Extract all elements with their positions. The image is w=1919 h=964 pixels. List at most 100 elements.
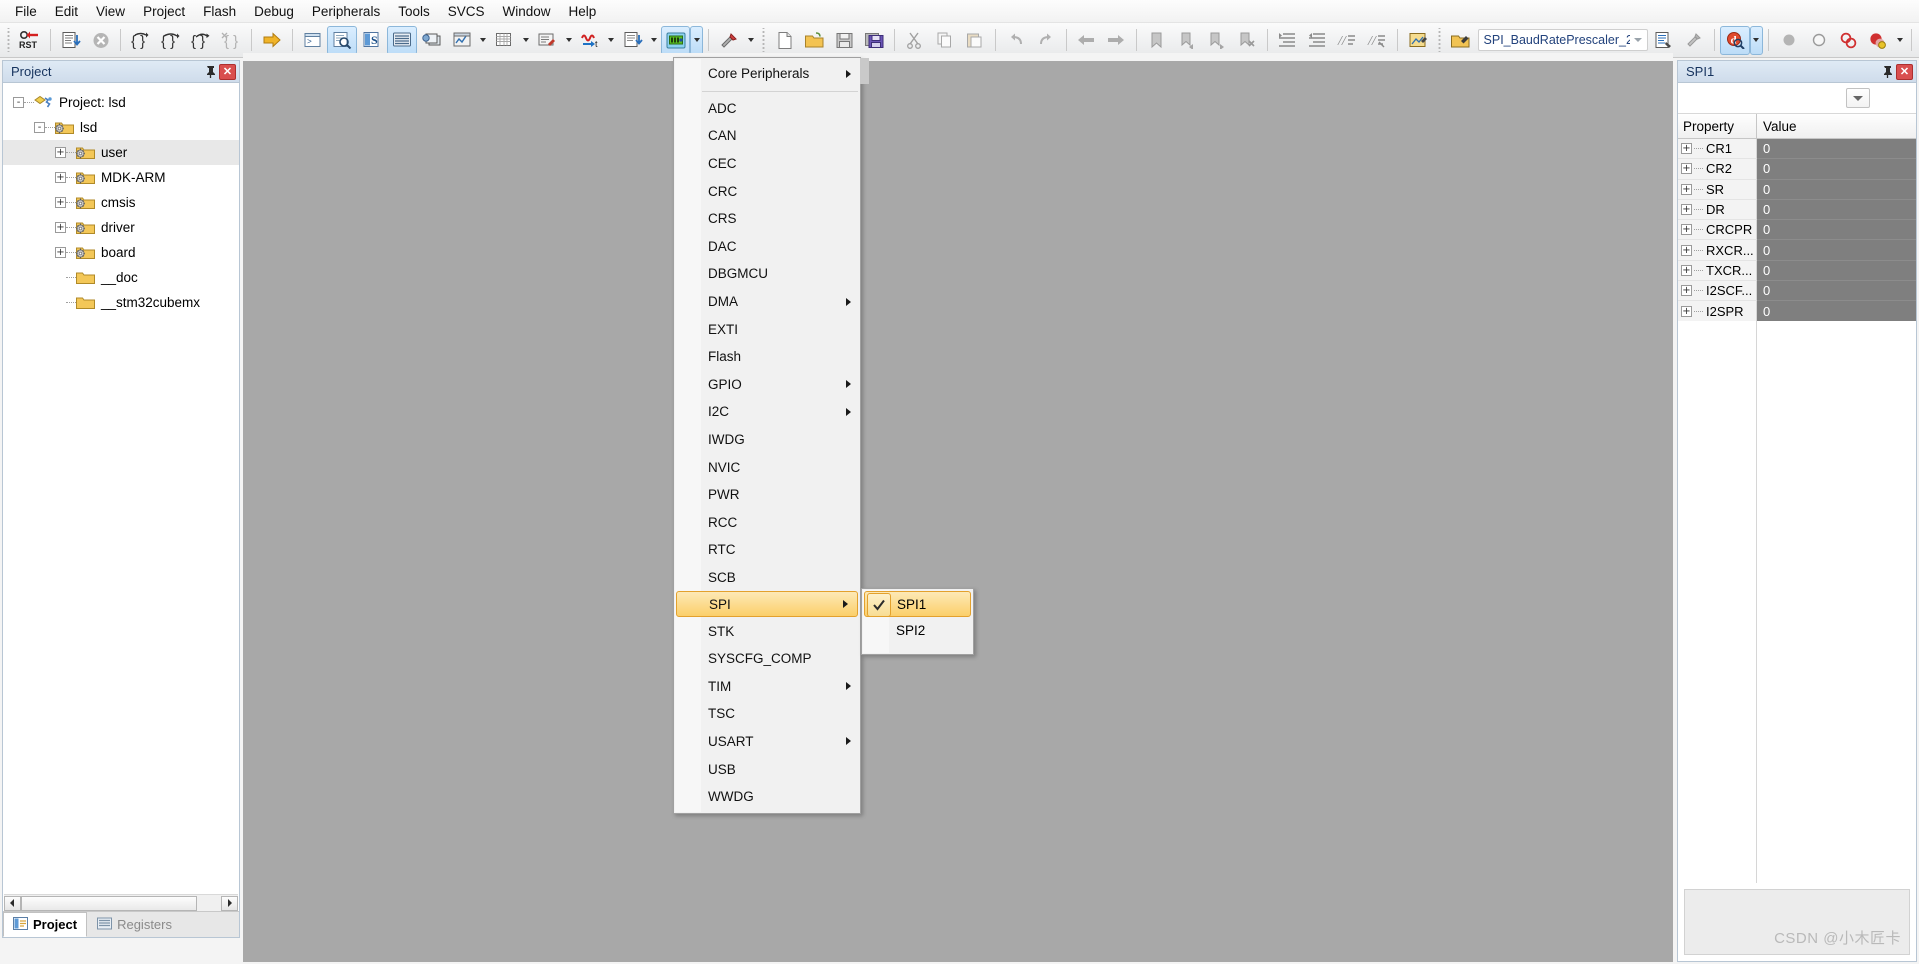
property-expander[interactable]: + <box>1681 143 1692 154</box>
tree-item-lsd[interactable]: -lsd <box>3 115 239 140</box>
tree-expander[interactable]: - <box>13 97 24 108</box>
menu-item-tools[interactable]: Tools <box>389 1 439 22</box>
property-expander[interactable]: + <box>1681 306 1692 317</box>
peripheral-menu-item-dma[interactable]: DMA <box>674 288 860 316</box>
peripheral-menu-item-i2c[interactable]: I2C <box>674 398 860 426</box>
system-viewer-icon[interactable] <box>618 26 648 55</box>
analysis-dropdown-caret[interactable] <box>477 26 490 55</box>
breakpoint-clear-icon[interactable] <box>1863 26 1893 55</box>
property-expander[interactable]: + <box>1681 224 1692 235</box>
menu-item-debug[interactable]: Debug <box>245 1 303 22</box>
close-icon[interactable]: ✕ <box>1896 64 1913 80</box>
peripheral-menu-item-spi[interactable]: SPI <box>676 591 858 617</box>
scroll-right-button[interactable] <box>221 896 238 911</box>
peripheral-menu-item-iwdg[interactable]: IWDG <box>674 426 860 454</box>
property-expander[interactable]: + <box>1681 245 1692 256</box>
spi-submenu[interactable]: SPI1SPI2 <box>861 588 974 655</box>
tree-item--stm32cubemx[interactable]: __stm32cubemx <box>3 290 239 315</box>
property-expander[interactable]: + <box>1681 184 1692 195</box>
peripheral-menu-item-exti[interactable]: EXTI <box>674 315 860 343</box>
close-icon[interactable]: ✕ <box>219 64 236 80</box>
menu-item-view[interactable]: View <box>87 1 134 22</box>
analysis-window-icon[interactable] <box>447 26 477 55</box>
symbols-window-icon[interactable]: S <box>357 26 387 55</box>
call-stack-icon[interactable] <box>417 26 447 55</box>
open-file-icon[interactable] <box>800 26 830 55</box>
chevron-down-icon[interactable] <box>1630 30 1647 50</box>
value-cell[interactable]: 0 <box>1757 301 1916 321</box>
value-cell[interactable]: 0 <box>1757 180 1916 200</box>
tools-icon[interactable] <box>714 26 744 55</box>
peripheral-menu-item-syscfg-comp[interactable]: SYSCFG_COMP <box>674 645 860 673</box>
new-file-icon[interactable] <box>770 26 800 55</box>
target-combo[interactable]: SPI_BaudRatePrescaler_2 <box>1478 29 1648 51</box>
peripherals-menu[interactable]: Core PeripheralsADCCANCECCRCCRSDACDBGMCU… <box>673 57 861 814</box>
tree-expander[interactable]: + <box>55 172 66 183</box>
start-debug-session-icon[interactable]: d <box>1720 26 1750 55</box>
property-row[interactable]: +I2SCF...0 <box>1678 281 1916 301</box>
peripheral-menu-item-flash[interactable]: Flash <box>674 343 860 371</box>
tree-expander[interactable]: + <box>55 222 66 233</box>
tree-expander[interactable]: + <box>55 147 66 158</box>
property-row[interactable]: +TXCR...0 <box>1678 261 1916 281</box>
tree-item-mdk-arm[interactable]: +MDK-ARM <box>3 165 239 190</box>
memory-window-icon[interactable] <box>490 26 520 55</box>
peripheral-menu-item-dbgmcu[interactable]: DBGMCU <box>674 260 860 288</box>
tree-item-user[interactable]: +user <box>3 140 239 165</box>
step-out-icon[interactable]: { } <box>186 26 216 55</box>
property-grid-body[interactable]: +CR10+CR20+SR0+DR0+CRCPR0+RXCR...0+TXCR.… <box>1678 139 1916 322</box>
toolbar-grip-2[interactable] <box>760 28 767 52</box>
command-window-icon[interactable]: > <box>298 26 328 55</box>
property-row[interactable]: +RXCR...0 <box>1678 240 1916 260</box>
tree-item-project-lsd[interactable]: -Project: lsd <box>3 90 239 115</box>
peripherals-dropdown-caret[interactable] <box>690 26 703 55</box>
tree-expander[interactable]: - <box>34 122 45 133</box>
menu-item-help[interactable]: Help <box>560 1 606 22</box>
menu-item-file[interactable]: File <box>6 1 46 22</box>
value-cell[interactable]: 0 <box>1757 281 1916 301</box>
panel-tab-registers[interactable]: Registers <box>87 912 182 937</box>
peripheral-menu-item-adc[interactable]: ADC <box>674 95 860 123</box>
property-row[interactable]: +I2SPR0 <box>1678 301 1916 321</box>
tree-item-board[interactable]: +board <box>3 240 239 265</box>
peripheral-menu-item-crc[interactable]: CRC <box>674 177 860 205</box>
value-cell[interactable]: 0 <box>1757 220 1916 240</box>
value-cell[interactable]: 0 <box>1757 240 1916 260</box>
insert-bookmark-icon[interactable] <box>56 26 86 55</box>
project-hscrollbar[interactable] <box>4 894 238 911</box>
breakpoint-dropdown-caret[interactable] <box>1893 26 1906 55</box>
trace-icon[interactable]: t <box>575 26 605 55</box>
project-tree[interactable]: -Project: lsd-lsd+user+MDK-ARM+cmsis+dri… <box>3 84 239 891</box>
step-into-icon[interactable]: { } <box>126 26 156 55</box>
chevron-down-icon[interactable] <box>1846 88 1870 108</box>
peripheral-menu-item-can[interactable]: CAN <box>674 122 860 150</box>
configure-icon[interactable] <box>1403 26 1433 55</box>
serial-window-icon[interactable] <box>532 26 562 55</box>
value-cell[interactable]: 0 <box>1757 139 1916 159</box>
peripheral-menu-item-tsc[interactable]: TSC <box>674 700 860 728</box>
value-cell[interactable]: 0 <box>1757 159 1916 179</box>
reset-icon[interactable]: RST <box>15 26 45 55</box>
peripheral-menu-item-pwr[interactable]: PWR <box>674 481 860 509</box>
property-expander[interactable]: + <box>1681 204 1692 215</box>
tree-item-cmsis[interactable]: +cmsis <box>3 190 239 215</box>
toolbar-grip[interactable] <box>5 28 12 52</box>
property-row[interactable]: +DR0 <box>1678 200 1916 220</box>
peripheral-menu-item-rtc[interactable]: RTC <box>674 536 860 564</box>
spi-submenu-item-spi1[interactable]: SPI1 <box>864 591 971 617</box>
tree-expander[interactable]: + <box>55 197 66 208</box>
property-row[interactable]: +CR10 <box>1678 139 1916 159</box>
menu-item-peripherals[interactable]: Peripherals <box>303 1 389 22</box>
pin-icon[interactable] <box>1878 63 1896 81</box>
debug-settings-icon[interactable] <box>1650 26 1680 55</box>
tree-item-driver[interactable]: +driver <box>3 215 239 240</box>
editor-area[interactable] <box>243 60 1673 962</box>
open-workspace-icon[interactable] <box>1446 26 1476 55</box>
debug-dropdown-caret[interactable] <box>1750 26 1763 55</box>
peripheral-menu-item-crs[interactable]: CRS <box>674 205 860 233</box>
save-all-icon[interactable] <box>860 26 890 55</box>
property-expander[interactable]: + <box>1681 163 1692 174</box>
menu-item-window[interactable]: Window <box>493 1 559 22</box>
menu-item-project[interactable]: Project <box>134 1 194 22</box>
save-icon[interactable] <box>830 26 860 55</box>
